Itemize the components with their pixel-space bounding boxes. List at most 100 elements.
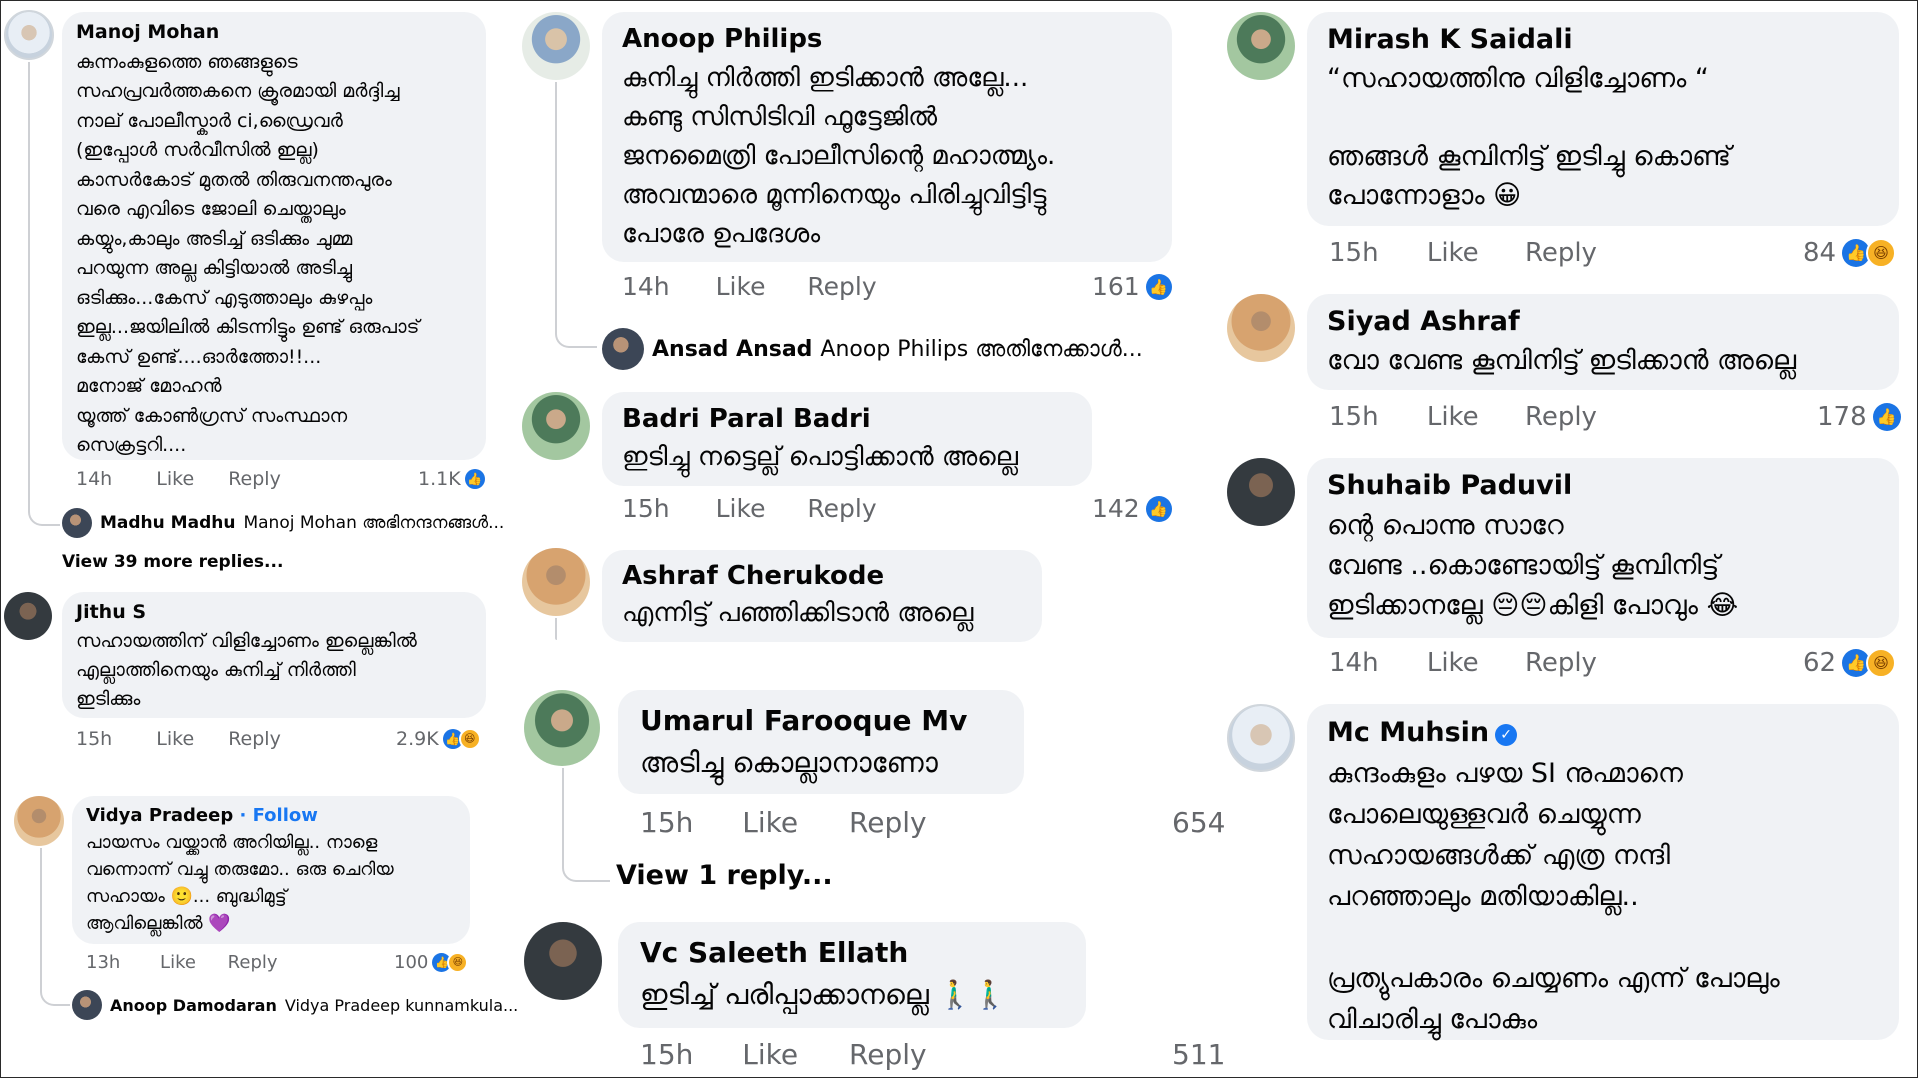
reaction-summary[interactable]: 100 👍 😆 <box>394 952 469 973</box>
reply-author[interactable]: Anoop Damodaran <box>110 996 277 1015</box>
commenter-name[interactable]: Umarul Farooque Mv <box>640 700 1002 742</box>
view-more-replies-link[interactable]: View 39 more replies... <box>62 552 283 572</box>
comment-text: ഇടിച്ചു നട്ടെല്ല് പൊട്ടിക്കാൻ അല്ലെ <box>622 442 1018 472</box>
reply-button[interactable]: Reply <box>1525 402 1597 432</box>
reply-text: Vidya Pradeep kunnamkula... <box>284 995 519 1015</box>
commenter-name[interactable]: Ashraf Cherukode <box>622 558 1022 595</box>
like-button[interactable]: Like <box>742 806 798 839</box>
comment-text: ന്റെ പൊന്നു സാറേ വേണ്ട ..കൊണ്ടോയിട്ട് കൂ… <box>1327 510 1739 621</box>
avatar[interactable] <box>522 12 590 80</box>
like-button[interactable]: Like <box>156 468 194 490</box>
commenter-name[interactable]: Mirash K Saidali <box>1327 20 1879 59</box>
comment-time[interactable]: 14h <box>622 272 670 301</box>
reaction-summary[interactable]: 84 👍 😆 <box>1803 238 1897 268</box>
reaction-summary[interactable]: 142 👍 <box>1092 494 1172 523</box>
reply-button[interactable]: Reply <box>849 1038 927 1071</box>
reply-button[interactable]: Reply <box>228 468 281 490</box>
comment-text: പായസം വയ്ക്കാൻ അറിയില്ല.. നാളെ വന്നൊന്ന്… <box>86 832 394 934</box>
reply-button[interactable]: Reply <box>1525 648 1597 678</box>
reply-button[interactable]: Reply <box>807 272 876 301</box>
reply-preview-ansad[interactable]: Ansad Ansad Anoop Philips അതിനേക്കാൾ... <box>602 328 1143 370</box>
haha-reaction-icon: 😆 <box>447 952 469 973</box>
commenter-name[interactable]: Badri Paral Badri <box>622 400 1072 438</box>
avatar[interactable] <box>4 592 52 640</box>
comment-time[interactable]: 15h <box>640 1038 693 1071</box>
commenter-name[interactable]: Manoj Mohan <box>76 18 472 48</box>
reaction-summary[interactable]: 1.1K 👍 <box>418 468 485 490</box>
comment-time[interactable]: 15h <box>1329 238 1379 268</box>
reply-button[interactable]: Reply <box>807 494 876 523</box>
avatar <box>72 990 102 1020</box>
reply-author[interactable]: Madhu Madhu <box>100 513 235 533</box>
like-button[interactable]: Like <box>156 728 194 750</box>
comment-time[interactable]: 15h <box>76 728 112 750</box>
avatar[interactable] <box>524 690 600 766</box>
comments-column-right: Mirash K Saidali “സഹായത്തിനു വിളിച്ചോണം … <box>1215 0 1920 1080</box>
avatar[interactable] <box>4 10 54 60</box>
thread-connector <box>555 82 597 348</box>
reply-button[interactable]: Reply <box>849 806 927 839</box>
reaction-count: 84 <box>1803 238 1837 268</box>
view-replies-link[interactable]: View 1 reply... <box>616 860 833 891</box>
haha-reaction-icon: 😆 <box>1866 648 1897 678</box>
avatar[interactable] <box>522 392 590 460</box>
commenter-name-text[interactable]: Vidya Pradeep <box>86 805 233 826</box>
avatar[interactable] <box>1227 12 1295 80</box>
comment-time[interactable]: 14h <box>76 468 112 490</box>
avatar[interactable] <box>1227 294 1295 362</box>
like-button[interactable]: Like <box>1427 648 1479 678</box>
commenter-name[interactable]: Shuhaib Paduvil <box>1327 466 1879 506</box>
reaction-count: 1.1K <box>418 468 461 490</box>
avatar[interactable] <box>522 548 590 616</box>
reply-author[interactable]: Ansad Ansad <box>652 337 812 362</box>
reply-button[interactable]: Reply <box>228 728 281 750</box>
avatar[interactable] <box>1227 458 1295 526</box>
reply-button[interactable]: Reply <box>1525 238 1597 268</box>
like-button[interactable]: Like <box>742 1038 798 1071</box>
reply-button[interactable]: Reply <box>228 952 278 973</box>
like-button[interactable]: Like <box>716 494 766 523</box>
comments-column-left: Manoj Mohan കുന്നംകുളത്തെ ഞങ്ങളുടെ സഹപ്ര… <box>0 0 518 1080</box>
comment-actions: 14h Like Reply <box>1329 648 1597 678</box>
commenter-name[interactable]: Vc Saleeth Ellath <box>640 932 1064 974</box>
comment-actions: 13h Like Reply <box>86 952 278 973</box>
reaction-count: 2.9K <box>396 728 439 750</box>
comment-time[interactable]: 13h <box>86 952 120 973</box>
commenter-name-text[interactable]: Mc Muhsin <box>1327 717 1489 748</box>
avatar[interactable] <box>1227 704 1295 772</box>
comments-column-middle: Anoop Philips കുനിച്ചു നിർത്തി ഇടിക്കാൻ … <box>510 0 1230 1080</box>
comment-time[interactable]: 14h <box>1329 648 1379 678</box>
reaction-summary[interactable]: 2.9K 👍 😆 <box>396 728 481 750</box>
comment-actions: 15h Like Reply <box>622 494 877 523</box>
comment-time[interactable]: 15h <box>640 806 693 839</box>
reply-preview-madhu[interactable]: Madhu Madhu Manoj Mohan അഭിനന്ദനങ്ങൾ... <box>62 508 504 538</box>
comment-bubble: Manoj Mohan കുന്നംകുളത്തെ ഞങ്ങളുടെ സഹപ്ര… <box>62 12 486 460</box>
comment-time[interactable]: 15h <box>622 494 670 523</box>
reaction-summary[interactable]: 161 👍 <box>1092 272 1172 301</box>
commenter-name[interactable]: Jithu S <box>76 598 472 627</box>
reaction-summary[interactable]: 62 👍 😆 <box>1803 648 1897 678</box>
comment-text: സഹായത്തിന് വിളിച്ചോണം ഇല്ലെങ്കിൽ എല്ലാത്… <box>76 630 417 710</box>
reaction-summary[interactable]: 178 👍 <box>1817 402 1901 432</box>
commenter-name[interactable]: Anoop Philips <box>622 20 1152 59</box>
comment-time[interactable]: 15h <box>1329 402 1379 432</box>
like-reaction-icon: 👍 <box>1145 495 1172 522</box>
reply-preview-anoop-damodaran[interactable]: Anoop Damodaran Vidya Pradeep kunnamkula… <box>72 990 518 1020</box>
avatar[interactable] <box>14 796 64 846</box>
avatar[interactable] <box>524 922 602 1000</box>
haha-reaction-icon: 😆 <box>1866 238 1897 268</box>
comment-text: കുന്ദംകുളം പഴയ SI നുഹ്മാനെ പോലെയുള്ളവർ ച… <box>1327 758 1780 1035</box>
like-button[interactable]: Like <box>716 272 766 301</box>
reply-text: Manoj Mohan അഭിനന്ദനങ്ങൾ... <box>243 513 505 533</box>
reaction-count: 62 <box>1803 648 1837 678</box>
like-button[interactable]: Like <box>1427 238 1479 268</box>
avatar <box>602 328 644 370</box>
comment-actions: 14h Like Reply <box>622 272 877 301</box>
like-button[interactable]: Like <box>160 952 196 973</box>
commenter-name[interactable]: Siyad Ashraf <box>1327 302 1879 341</box>
comment-actions: 15h Like Reply <box>640 1038 927 1071</box>
follow-button[interactable]: · Follow <box>240 805 318 826</box>
comment-actions: 15h Like Reply <box>76 728 281 750</box>
like-button[interactable]: Like <box>1427 402 1479 432</box>
comment-bubble: Vc Saleeth Ellath ഇടിച്ച് പരിപ്പാക്കാനല്… <box>618 922 1086 1028</box>
